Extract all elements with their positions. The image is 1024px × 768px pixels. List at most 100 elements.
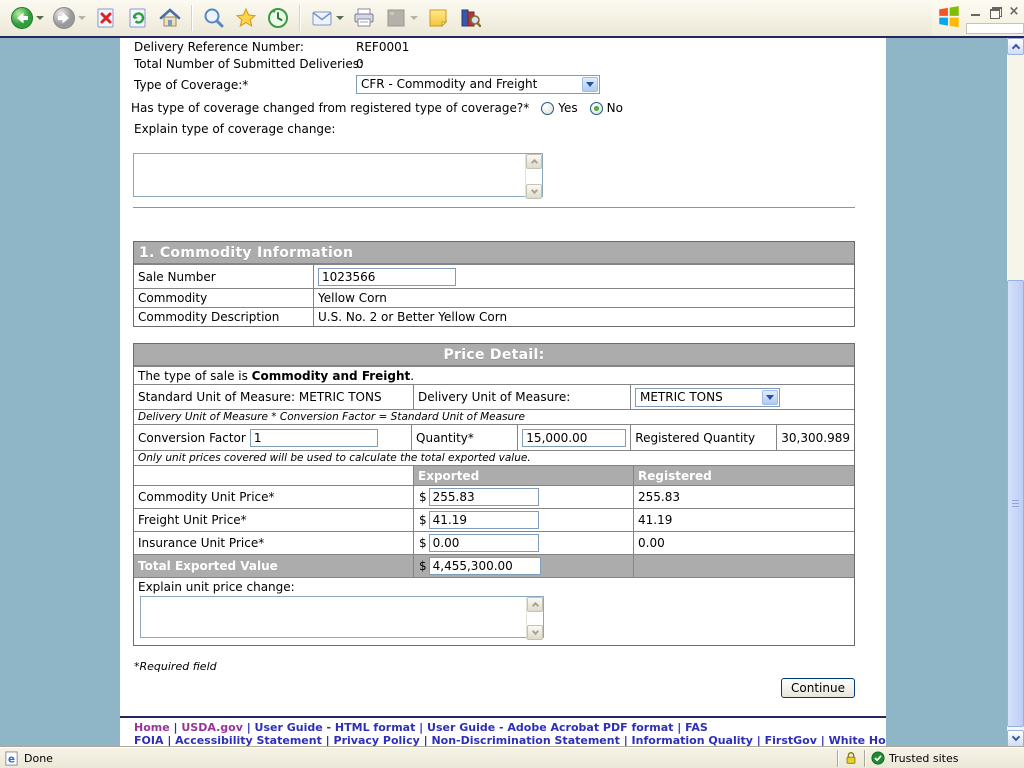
total-exported-input[interactable] xyxy=(429,557,541,575)
minimize-button[interactable] xyxy=(970,6,982,18)
chevron-down-icon[interactable] xyxy=(762,390,778,405)
mail-button[interactable] xyxy=(308,4,346,32)
commodity-price-input[interactable] xyxy=(429,488,539,506)
price-detail-title: Price Detail: xyxy=(134,344,854,366)
trusted-check-icon xyxy=(871,751,885,765)
forward-icon xyxy=(52,6,76,30)
footer-link[interactable]: Non-Discrimination Statement xyxy=(431,734,619,747)
registered-qty-value: 30,300.989 xyxy=(777,425,854,450)
footer-link[interactable]: Home xyxy=(134,721,170,734)
delivery-uom-select[interactable]: METRIC TONS xyxy=(635,388,780,407)
research-books-icon xyxy=(458,6,482,30)
explain-price-textarea[interactable] xyxy=(140,596,544,638)
mail-dropdown-icon[interactable] xyxy=(336,16,344,20)
textarea-scrollbar[interactable] xyxy=(525,154,542,199)
chevron-down-icon[interactable] xyxy=(582,77,598,92)
formula-note-row: Delivery Unit of Measure * Conversion Fa… xyxy=(134,409,854,424)
commodity-price-row: Commodity Unit Price* $ 255.83 xyxy=(134,485,854,508)
stop-button[interactable] xyxy=(92,4,120,32)
scroll-up-icon[interactable] xyxy=(527,597,543,612)
footer-link[interactable]: FirstGov xyxy=(765,734,817,747)
zone-segment: Trusted sites xyxy=(864,750,1024,767)
footer-link[interactable]: White House xyxy=(829,734,886,747)
quantity-input[interactable] xyxy=(522,429,626,447)
required-field-note: *Required field xyxy=(134,660,217,673)
history-button[interactable] xyxy=(264,4,292,32)
coverage-label: Type of Coverage:* xyxy=(134,78,356,92)
print-button[interactable] xyxy=(350,4,378,32)
link-separator: | xyxy=(322,734,334,747)
favorites-button[interactable] xyxy=(232,4,260,32)
textarea-scrollbar[interactable] xyxy=(526,597,543,640)
footer-link[interactable]: FOIA xyxy=(134,734,163,747)
stop-icon xyxy=(94,6,118,30)
table-row: Sale Number xyxy=(134,264,854,288)
sale-number-input[interactable] xyxy=(318,268,456,286)
footer-link[interactable]: User Guide - HTML format xyxy=(255,721,416,734)
type-of-sale-value: Commodity and Freight xyxy=(252,369,411,383)
commodity-desc-value: U.S. No. 2 or Better Yellow Corn xyxy=(314,308,854,326)
standard-uom-text: Standard Unit of Measure: METRIC TONS xyxy=(134,385,414,409)
explain-coverage-label-row: Explain type of coverage change: xyxy=(134,122,335,136)
scrollbar-down-icon[interactable] xyxy=(1007,730,1024,747)
insurance-price-input[interactable] xyxy=(429,534,539,552)
scrollbar-thumb[interactable] xyxy=(1007,280,1024,727)
total-deliveries-label: Total Number of Submitted Deliveries: xyxy=(134,57,356,71)
home-button[interactable] xyxy=(156,4,184,32)
footer-link[interactable]: Information Quality xyxy=(632,734,753,747)
scrollbar-up-icon[interactable] xyxy=(1007,38,1024,55)
footer-link[interactable]: Accessibility Statement xyxy=(175,734,322,747)
search-button[interactable] xyxy=(200,4,228,32)
mail-icon xyxy=(310,6,334,30)
research-button[interactable] xyxy=(456,4,484,32)
explain-coverage-textarea-wrap xyxy=(133,153,543,200)
continue-button[interactable]: Continue xyxy=(781,678,855,698)
footer-link[interactable]: FAS xyxy=(685,721,708,734)
freight-price-input[interactable] xyxy=(429,511,539,529)
scroll-up-icon[interactable] xyxy=(526,154,542,169)
table-row: Commodity Description U.S. No. 2 or Bett… xyxy=(134,307,854,326)
footer-link[interactable]: User Guide - Adobe Acrobat PDF format xyxy=(427,721,673,734)
zone-text: Trusted sites xyxy=(889,752,959,765)
edit-dropdown-icon xyxy=(410,16,418,20)
commodity-info-table: 1. Commodity Information Sale Number Com… xyxy=(133,241,855,327)
back-icon xyxy=(10,6,34,30)
radio-no[interactable] xyxy=(590,102,603,115)
windows-logo-icon xyxy=(936,4,962,30)
conversion-label: Conversion Factor xyxy=(138,431,246,445)
padlock-icon xyxy=(844,751,858,765)
footer-link[interactable]: USDA.gov xyxy=(181,721,242,734)
footer-link[interactable]: Privacy Policy xyxy=(334,734,420,747)
link-separator: | xyxy=(170,721,182,734)
commodity-price-registered: 255.83 xyxy=(634,486,854,508)
restore-button[interactable] xyxy=(989,6,1001,18)
refresh-button[interactable] xyxy=(124,4,152,32)
coverage-changed-row: Has type of coverage changed from regist… xyxy=(131,101,623,115)
scroll-down-icon[interactable] xyxy=(527,625,543,640)
conversion-input[interactable] xyxy=(250,429,378,447)
scroll-down-icon[interactable] xyxy=(526,184,542,199)
toolbar-bottom-edge xyxy=(0,36,1024,38)
home-icon xyxy=(158,6,182,30)
vertical-scrollbar[interactable] xyxy=(1007,38,1024,747)
delivery-ref-row: Delivery Reference Number: REF0001 xyxy=(134,40,409,54)
radio-yes[interactable] xyxy=(541,102,554,115)
browser-window: { "chrome": { "toolbar_icons": ["back","… xyxy=(0,0,1024,768)
commodity-value: Yellow Corn xyxy=(314,289,854,307)
dollar-sign: $ xyxy=(419,490,427,504)
back-button[interactable] xyxy=(8,4,46,32)
print-icon xyxy=(352,6,376,30)
back-dropdown-icon[interactable] xyxy=(36,16,44,20)
coverage-select[interactable]: CFR - Commodity and Freight xyxy=(356,75,600,94)
discuss-button[interactable] xyxy=(424,4,452,32)
footer-links-line2: FOIA | Accessibility Statement | Privacy… xyxy=(134,734,886,747)
forward-button[interactable] xyxy=(50,4,88,32)
link-separator: | xyxy=(673,721,685,734)
total-exported-row: Total Exported Value $ xyxy=(134,554,854,577)
explain-price-row: Explain unit price change: xyxy=(134,577,854,645)
registered-header: Registered xyxy=(634,466,854,485)
explain-price-textarea-wrap xyxy=(140,596,544,641)
commodity-label: Commodity xyxy=(134,289,314,307)
explain-coverage-textarea[interactable] xyxy=(133,153,543,197)
close-button[interactable]: × xyxy=(1008,6,1020,18)
